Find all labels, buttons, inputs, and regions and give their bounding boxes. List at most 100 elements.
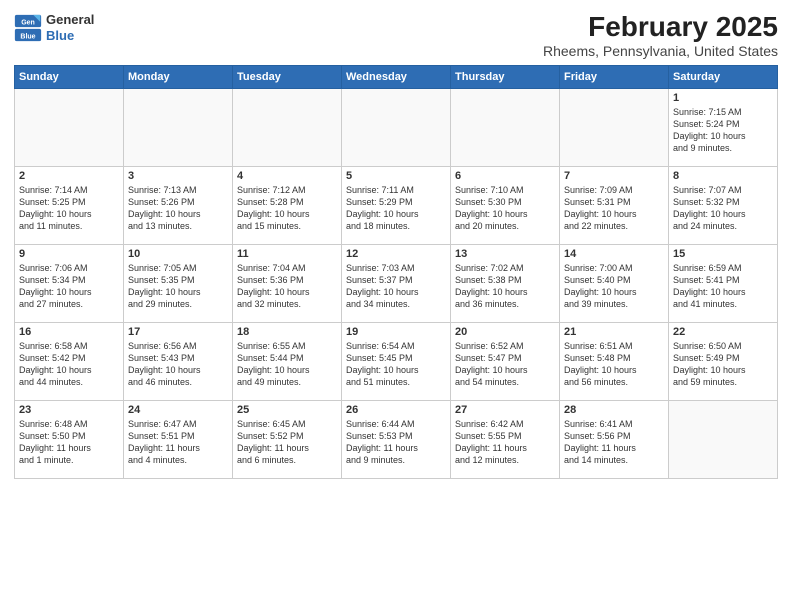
calendar-week-row: 1Sunrise: 7:15 AM Sunset: 5:24 PM Daylig… <box>15 88 778 166</box>
day-number: 11 <box>237 248 337 260</box>
calendar-day-cell: 5 Sunrise: 7:11 AM Sunset: 5:29 PM Daylig… <box>342 166 451 244</box>
page: Gen Blue General Blue February 2025 Rhee… <box>0 0 792 612</box>
day-info: Sunrise: 6:48 AM Sunset: 5:50 PM Dayligh… <box>19 418 119 467</box>
day-info: Sunrise: 6:47 AM Sunset: 5:51 PM Dayligh… <box>128 418 228 467</box>
day-number: 9 <box>19 248 119 260</box>
calendar-day-cell: 1Sunrise: 7:15 AM Sunset: 5:24 PM Daylig… <box>669 88 778 166</box>
day-info: Sunrise: 6:58 AM Sunset: 5:42 PM Dayligh… <box>19 340 119 389</box>
day-info: Sunrise: 7:15 AM Sunset: 5:24 PM Dayligh… <box>673 106 773 155</box>
day-number: 10 <box>128 248 228 260</box>
day-number: 13 <box>455 248 555 260</box>
day-number: 5 <box>346 170 446 182</box>
day-info: Sunrise: 7:04 AM Sunset: 5:36 PM Dayligh… <box>237 262 337 311</box>
calendar-day-header: Thursday <box>451 65 560 88</box>
day-number: 4 <box>237 170 337 182</box>
day-number: 22 <box>673 326 773 338</box>
calendar-day-header: Sunday <box>15 65 124 88</box>
calendar-day-cell: 4 Sunrise: 7:12 AM Sunset: 5:28 PM Daylig… <box>233 166 342 244</box>
day-number: 28 <box>564 404 664 416</box>
calendar-day-cell: 18Sunrise: 6:55 AM Sunset: 5:44 PM Dayli… <box>233 322 342 400</box>
calendar-day-cell: 12 Sunrise: 7:03 AM Sunset: 5:37 PM Dayli… <box>342 244 451 322</box>
calendar-day-cell: 28Sunrise: 6:41 AM Sunset: 5:56 PM Dayli… <box>560 400 669 478</box>
day-info: Sunrise: 7:14 AM Sunset: 5:25 PM Dayligh… <box>19 184 119 233</box>
day-number: 15 <box>673 248 773 260</box>
logo: Gen Blue General Blue <box>14 12 94 43</box>
calendar-day-cell: 23Sunrise: 6:48 AM Sunset: 5:50 PM Dayli… <box>15 400 124 478</box>
logo-general: General <box>46 12 94 28</box>
day-info: Sunrise: 7:00 AM Sunset: 5:40 PM Dayligh… <box>564 262 664 311</box>
calendar-day-cell: 6 Sunrise: 7:10 AM Sunset: 5:30 PM Daylig… <box>451 166 560 244</box>
calendar-week-row: 9 Sunrise: 7:06 AM Sunset: 5:34 PM Daylig… <box>15 244 778 322</box>
day-info: Sunrise: 7:02 AM Sunset: 5:38 PM Dayligh… <box>455 262 555 311</box>
day-number: 2 <box>19 170 119 182</box>
day-info: Sunrise: 7:13 AM Sunset: 5:26 PM Dayligh… <box>128 184 228 233</box>
calendar-week-row: 23Sunrise: 6:48 AM Sunset: 5:50 PM Dayli… <box>15 400 778 478</box>
calendar-day-cell: 11 Sunrise: 7:04 AM Sunset: 5:36 PM Dayli… <box>233 244 342 322</box>
day-number: 6 <box>455 170 555 182</box>
day-info: Sunrise: 6:45 AM Sunset: 5:52 PM Dayligh… <box>237 418 337 467</box>
day-number: 3 <box>128 170 228 182</box>
calendar-table: SundayMondayTuesdayWednesdayThursdayFrid… <box>14 65 778 479</box>
calendar-day-cell: 8 Sunrise: 7:07 AM Sunset: 5:32 PM Daylig… <box>669 166 778 244</box>
day-info: Sunrise: 6:50 AM Sunset: 5:49 PM Dayligh… <box>673 340 773 389</box>
day-number: 19 <box>346 326 446 338</box>
day-info: Sunrise: 7:05 AM Sunset: 5:35 PM Dayligh… <box>128 262 228 311</box>
day-number: 21 <box>564 326 664 338</box>
day-info: Sunrise: 6:52 AM Sunset: 5:47 PM Dayligh… <box>455 340 555 389</box>
day-number: 7 <box>564 170 664 182</box>
calendar-day-header: Tuesday <box>233 65 342 88</box>
day-info: Sunrise: 6:56 AM Sunset: 5:43 PM Dayligh… <box>128 340 228 389</box>
day-info: Sunrise: 6:42 AM Sunset: 5:55 PM Dayligh… <box>455 418 555 467</box>
calendar-day-cell: 21Sunrise: 6:51 AM Sunset: 5:48 PM Dayli… <box>560 322 669 400</box>
title-area: February 2025 Rheems, Pennsylvania, Unit… <box>543 12 778 59</box>
day-number: 14 <box>564 248 664 260</box>
day-number: 25 <box>237 404 337 416</box>
calendar-day-cell <box>669 400 778 478</box>
calendar-day-cell: 3 Sunrise: 7:13 AM Sunset: 5:26 PM Daylig… <box>124 166 233 244</box>
day-info: Sunrise: 7:03 AM Sunset: 5:37 PM Dayligh… <box>346 262 446 311</box>
calendar-week-row: 2 Sunrise: 7:14 AM Sunset: 5:25 PM Daylig… <box>15 166 778 244</box>
calendar-day-cell <box>233 88 342 166</box>
calendar-day-cell <box>124 88 233 166</box>
calendar-day-cell <box>342 88 451 166</box>
day-info: Sunrise: 6:54 AM Sunset: 5:45 PM Dayligh… <box>346 340 446 389</box>
day-number: 24 <box>128 404 228 416</box>
day-info: Sunrise: 6:59 AM Sunset: 5:41 PM Dayligh… <box>673 262 773 311</box>
day-info: Sunrise: 7:12 AM Sunset: 5:28 PM Dayligh… <box>237 184 337 233</box>
calendar-week-row: 16 Sunrise: 6:58 AM Sunset: 5:42 PM Dayli… <box>15 322 778 400</box>
calendar-day-cell: 17Sunrise: 6:56 AM Sunset: 5:43 PM Dayli… <box>124 322 233 400</box>
header: Gen Blue General Blue February 2025 Rhee… <box>14 12 778 59</box>
calendar-day-cell: 22 Sunrise: 6:50 AM Sunset: 5:49 PM Dayli… <box>669 322 778 400</box>
calendar-day-header: Friday <box>560 65 669 88</box>
calendar-day-cell: 13 Sunrise: 7:02 AM Sunset: 5:38 PM Dayli… <box>451 244 560 322</box>
calendar-day-cell: 20Sunrise: 6:52 AM Sunset: 5:47 PM Dayli… <box>451 322 560 400</box>
logo-text: General Blue <box>46 12 94 43</box>
calendar-day-cell: 7 Sunrise: 7:09 AM Sunset: 5:31 PM Daylig… <box>560 166 669 244</box>
day-number: 12 <box>346 248 446 260</box>
calendar-day-cell: 25 Sunrise: 6:45 AM Sunset: 5:52 PM Dayli… <box>233 400 342 478</box>
day-info: Sunrise: 7:07 AM Sunset: 5:32 PM Dayligh… <box>673 184 773 233</box>
calendar-day-cell: 27Sunrise: 6:42 AM Sunset: 5:55 PM Dayli… <box>451 400 560 478</box>
day-info: Sunrise: 7:06 AM Sunset: 5:34 PM Dayligh… <box>19 262 119 311</box>
calendar-day-cell <box>560 88 669 166</box>
month-title: February 2025 <box>543 12 778 43</box>
calendar-day-header: Saturday <box>669 65 778 88</box>
day-info: Sunrise: 6:44 AM Sunset: 5:53 PM Dayligh… <box>346 418 446 467</box>
day-number: 16 <box>19 326 119 338</box>
day-number: 18 <box>237 326 337 338</box>
calendar-day-cell: 9 Sunrise: 7:06 AM Sunset: 5:34 PM Daylig… <box>15 244 124 322</box>
calendar-day-cell: 16 Sunrise: 6:58 AM Sunset: 5:42 PM Dayli… <box>15 322 124 400</box>
day-info: Sunrise: 7:10 AM Sunset: 5:30 PM Dayligh… <box>455 184 555 233</box>
calendar-day-cell: 2 Sunrise: 7:14 AM Sunset: 5:25 PM Daylig… <box>15 166 124 244</box>
logo-blue: Blue <box>46 28 94 44</box>
day-number: 8 <box>673 170 773 182</box>
svg-text:Gen: Gen <box>21 19 35 26</box>
day-info: Sunrise: 7:11 AM Sunset: 5:29 PM Dayligh… <box>346 184 446 233</box>
calendar-day-cell: 15 Sunrise: 6:59 AM Sunset: 5:41 PM Dayli… <box>669 244 778 322</box>
calendar-day-cell: 26Sunrise: 6:44 AM Sunset: 5:53 PM Dayli… <box>342 400 451 478</box>
calendar-day-cell: 19 Sunrise: 6:54 AM Sunset: 5:45 PM Dayli… <box>342 322 451 400</box>
svg-text:Blue: Blue <box>20 33 35 40</box>
day-info: Sunrise: 7:09 AM Sunset: 5:31 PM Dayligh… <box>564 184 664 233</box>
calendar-day-cell: 24 Sunrise: 6:47 AM Sunset: 5:51 PM Dayli… <box>124 400 233 478</box>
location-title: Rheems, Pennsylvania, United States <box>543 43 778 59</box>
